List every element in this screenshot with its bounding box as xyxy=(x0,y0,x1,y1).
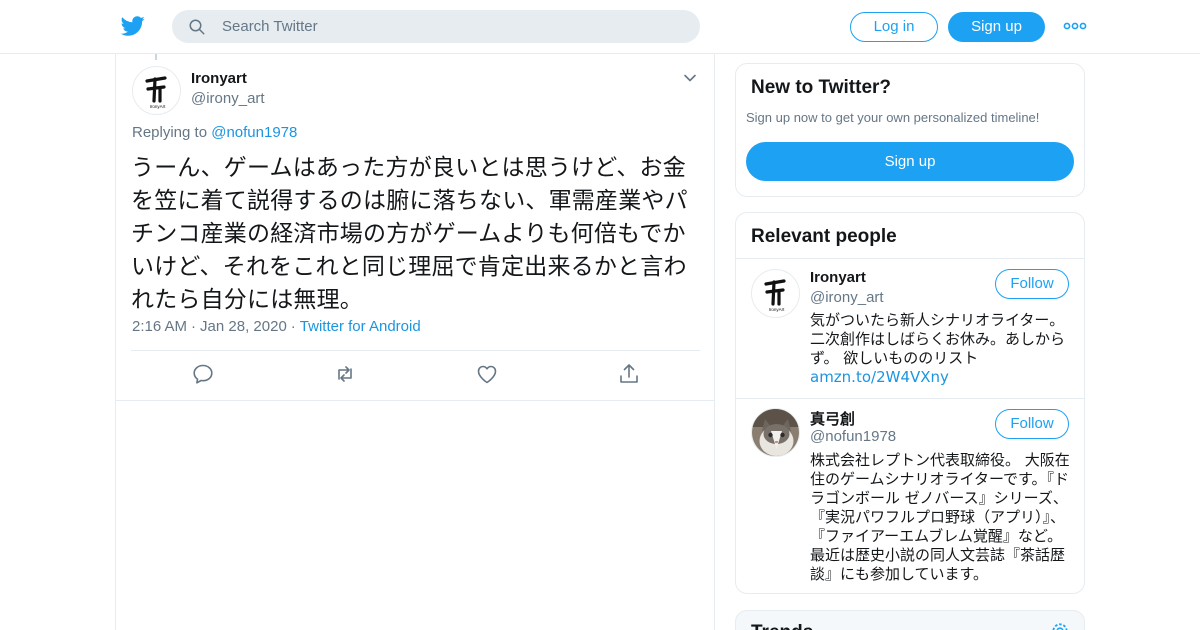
cat-photo-icon xyxy=(752,409,799,456)
login-button[interactable]: Log in xyxy=(850,12,938,42)
tweet-text: うーん、ゲームはあった方が良いとは思うけど、お金を笠に着て説得するのは腑に落ちな… xyxy=(131,155,688,313)
reply-target-link[interactable]: @nofun1978 xyxy=(211,124,297,141)
ironyart-logo-icon: IronyArt xyxy=(764,279,786,312)
follow-button[interactable]: Follow xyxy=(995,269,1069,299)
ironyart-logo-icon: IronyArt xyxy=(145,76,167,109)
retweet-icon[interactable] xyxy=(333,362,357,386)
svg-text:IronyArt: IronyArt xyxy=(150,104,167,109)
heart-icon[interactable] xyxy=(475,362,499,386)
relevant-people-card: Relevant people IronyArt Ironyart @irony… xyxy=(735,212,1085,594)
tweet-time[interactable]: 2:16 AM xyxy=(132,318,187,335)
gear-icon[interactable] xyxy=(1050,621,1070,630)
meta-separator: · xyxy=(191,318,197,335)
tweet-meta: 2:16 AM · Jan 28, 2020 · Twitter for Android xyxy=(132,318,421,335)
person-handle[interactable]: @nofun1978 xyxy=(810,428,896,445)
twitter-bird-icon[interactable] xyxy=(120,14,146,38)
card-title: New to Twitter? xyxy=(751,77,892,98)
card-title: Relevant people xyxy=(751,226,897,247)
thread-connector xyxy=(155,54,157,60)
person-name[interactable]: 真弓創 xyxy=(810,408,855,429)
divider xyxy=(736,398,1084,399)
replying-prefix: Replying to xyxy=(132,124,212,141)
person-bio: 株式会社レプトン代表取締役。 大阪在住のゲームシナリオライターです。『ドラゴンボ… xyxy=(810,451,1070,583)
divider xyxy=(131,350,700,351)
bio-link[interactable]: amzn.to/2W4VXny xyxy=(810,368,949,386)
tweet-actions xyxy=(116,362,716,390)
divider xyxy=(116,400,714,401)
author-handle[interactable]: @irony_art xyxy=(191,90,265,107)
person-handle[interactable]: @irony_art xyxy=(810,289,884,306)
sidebar-signup-button[interactable]: Sign up xyxy=(746,142,1074,181)
chevron-down-icon[interactable] xyxy=(682,70,698,86)
trends-card: Trends xyxy=(735,610,1085,630)
meta-separator: · xyxy=(290,318,296,335)
top-nav-bar: Log in Sign up xyxy=(0,0,1200,54)
signup-button[interactable]: Sign up xyxy=(948,12,1045,42)
replying-to: Replying to @nofun1978 xyxy=(132,124,297,141)
search-icon xyxy=(189,19,205,35)
card-subtitle: Sign up now to get your own personalized… xyxy=(746,110,1040,125)
card-title: Trends xyxy=(751,622,813,630)
reply-icon[interactable] xyxy=(191,362,215,386)
divider xyxy=(736,258,1084,259)
svg-text:IronyArt: IronyArt xyxy=(769,307,786,312)
avatar[interactable] xyxy=(751,408,800,457)
new-to-twitter-card: New to Twitter? Sign up now to get your … xyxy=(735,63,1085,197)
person-name[interactable]: Ironyart xyxy=(810,269,866,286)
more-horizontal-icon[interactable] xyxy=(1062,16,1088,36)
follow-button[interactable]: Follow xyxy=(995,409,1069,439)
person-bio: 気がついたら新人シナリオライター。二次創作はしばらくお休み。あしからず。 欲しい… xyxy=(810,311,1072,387)
avatar[interactable]: IronyArt xyxy=(751,269,800,318)
search-box[interactable] xyxy=(172,10,700,43)
share-icon[interactable] xyxy=(617,362,641,386)
tweet-source-link[interactable]: Twitter for Android xyxy=(300,318,421,335)
search-input[interactable] xyxy=(222,10,682,43)
tweet-date[interactable]: Jan 28, 2020 xyxy=(200,318,287,335)
avatar[interactable]: IronyArt xyxy=(132,66,181,115)
author-name[interactable]: Ironyart xyxy=(191,70,247,87)
bio-text: 気がついたら新人シナリオライター。二次創作はしばらくお休み。あしからず。 欲しい… xyxy=(810,311,1066,367)
tweet-column: IronyArt Ironyart @irony_art Replying to… xyxy=(115,54,715,630)
